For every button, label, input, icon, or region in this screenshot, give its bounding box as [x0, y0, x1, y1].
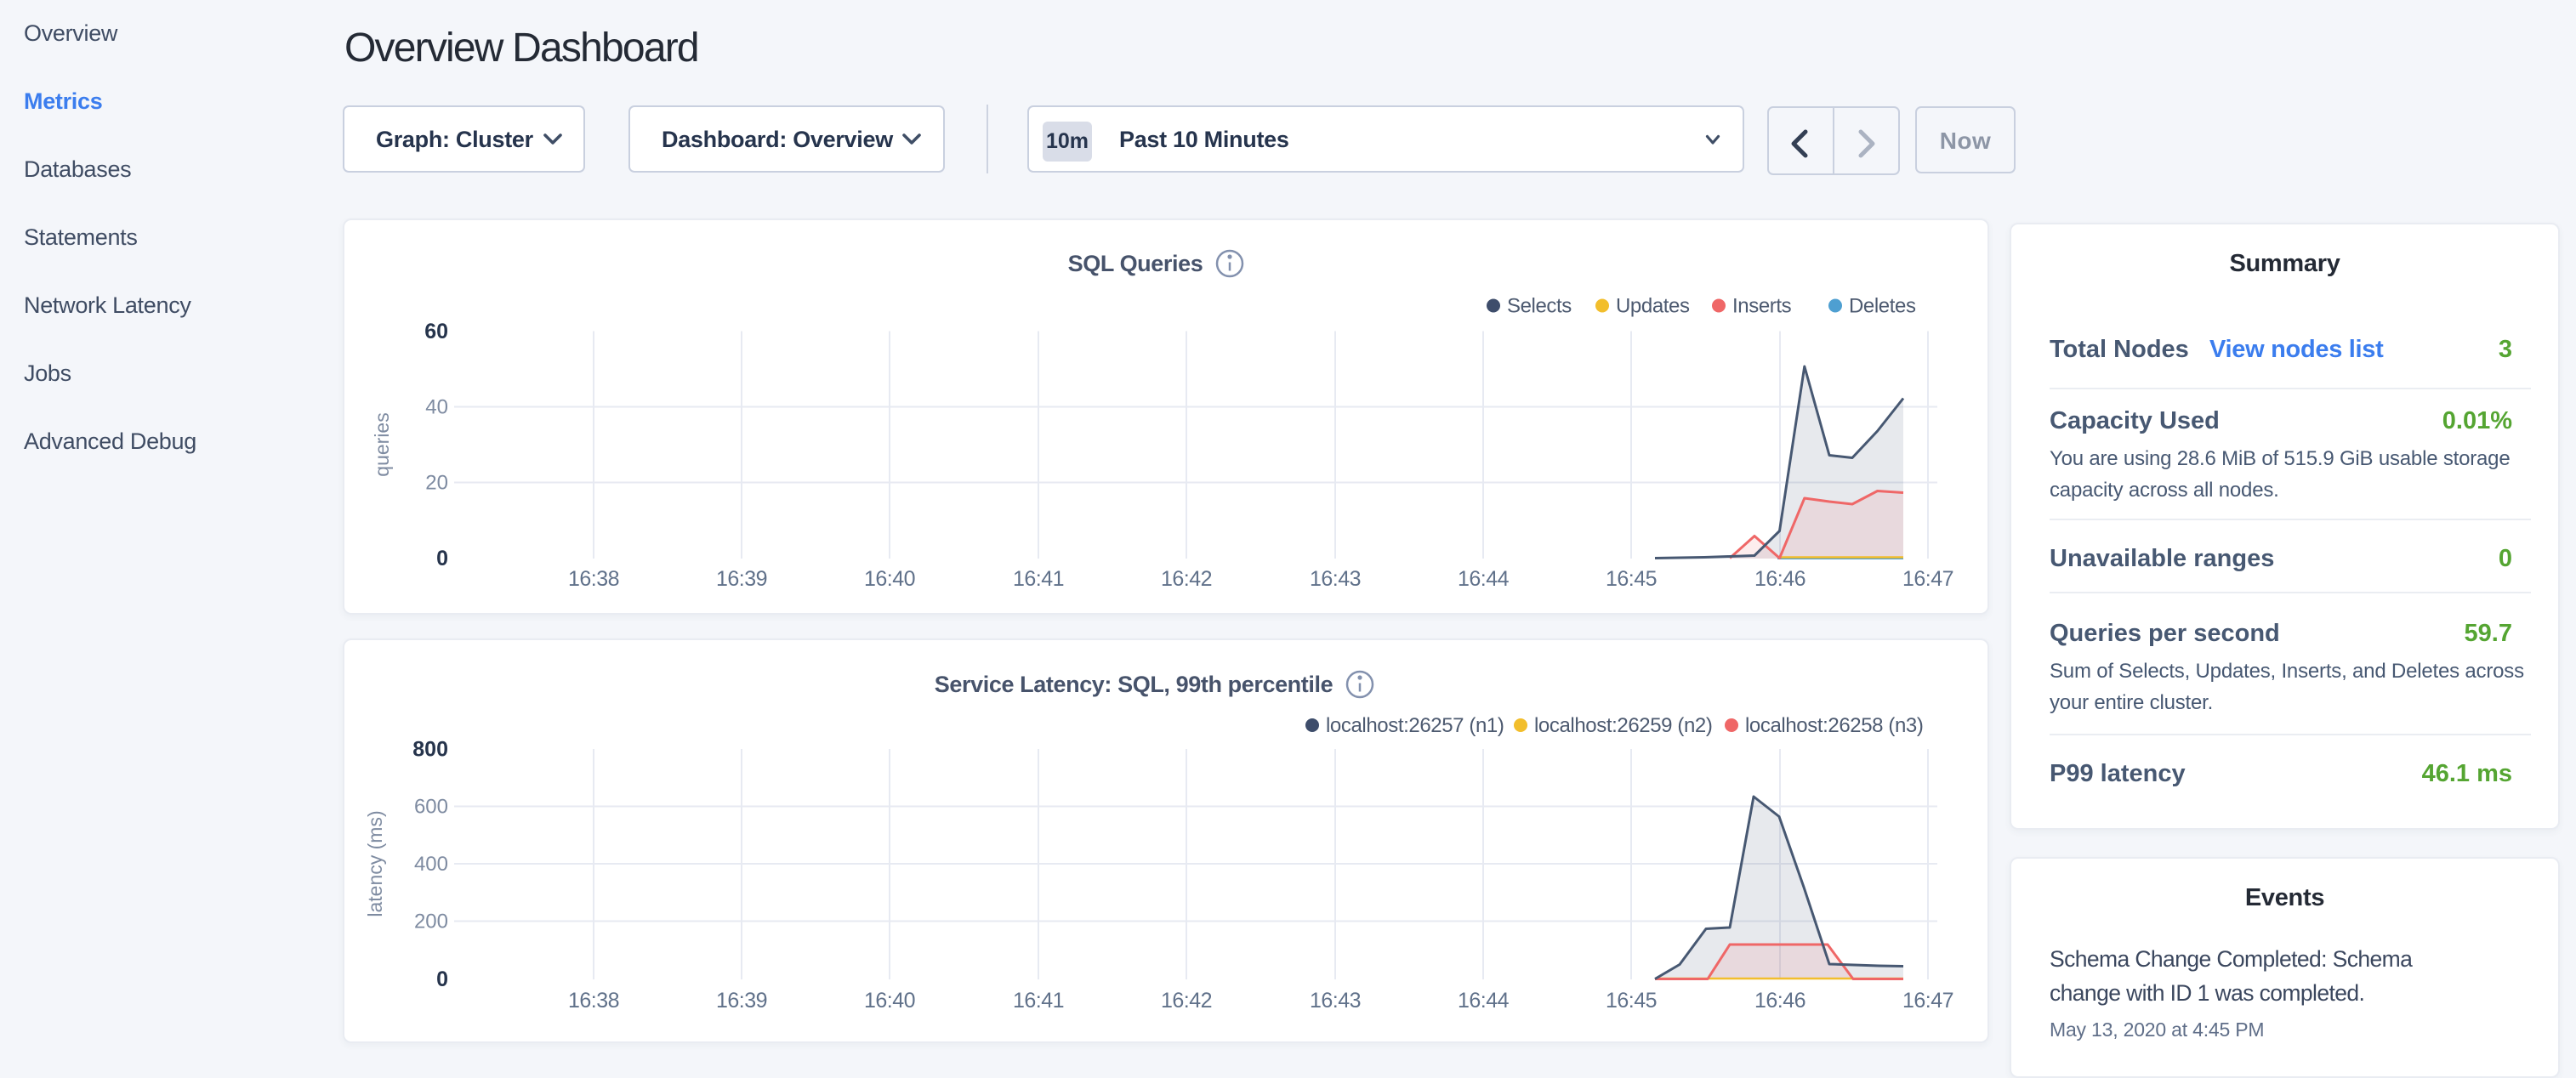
svg-text:latency (ms): latency (ms)	[364, 810, 386, 916]
svg-text:localhost:26257 (n1): localhost:26257 (n1)	[1326, 714, 1504, 737]
svg-text:0: 0	[436, 967, 448, 991]
svg-text:Deletes: Deletes	[1849, 295, 1916, 318]
svg-text:16:45: 16:45	[1606, 567, 1657, 591]
svg-text:16:39: 16:39	[716, 567, 767, 591]
svg-text:16:41: 16:41	[1013, 989, 1064, 1013]
svg-text:queries: queries	[371, 412, 393, 476]
svg-text:16:38: 16:38	[568, 567, 619, 591]
svg-text:16:42: 16:42	[1161, 567, 1212, 591]
svg-text:Inserts: Inserts	[1732, 295, 1792, 318]
svg-text:16:40: 16:40	[864, 567, 915, 591]
svg-text:localhost:26258 (n3): localhost:26258 (n3)	[1745, 714, 1923, 737]
svg-text:16:41: 16:41	[1013, 567, 1064, 591]
svg-text:16:39: 16:39	[716, 989, 767, 1013]
svg-text:16:45: 16:45	[1606, 989, 1657, 1013]
svg-text:60: 60	[424, 320, 448, 343]
svg-text:SQL Queries: SQL Queries	[1068, 251, 1203, 276]
svg-text:600: 600	[414, 796, 448, 819]
svg-text:0: 0	[436, 547, 448, 570]
svg-text:16:40: 16:40	[864, 989, 915, 1013]
svg-text:16:43: 16:43	[1310, 567, 1361, 591]
svg-text:16:43: 16:43	[1310, 989, 1361, 1013]
svg-text:200: 200	[414, 911, 448, 933]
svg-text:800: 800	[412, 738, 448, 762]
svg-text:16:47: 16:47	[1902, 989, 1953, 1013]
svg-text:40: 40	[425, 396, 448, 419]
svg-text:20: 20	[425, 472, 448, 495]
svg-text:400: 400	[414, 853, 448, 876]
svg-text:16:47: 16:47	[1902, 567, 1953, 591]
svg-text:Service Latency: SQL, 99th per: Service Latency: SQL, 99th percentile	[935, 672, 1333, 697]
svg-text:16:44: 16:44	[1458, 989, 1510, 1013]
svg-text:Updates: Updates	[1616, 295, 1690, 318]
svg-text:16:46: 16:46	[1754, 989, 1805, 1013]
svg-text:localhost:26259 (n2): localhost:26259 (n2)	[1534, 714, 1712, 737]
svg-text:16:38: 16:38	[568, 989, 619, 1013]
svg-text:Selects: Selects	[1507, 295, 1572, 318]
svg-text:16:42: 16:42	[1161, 989, 1212, 1013]
svg-text:16:46: 16:46	[1754, 567, 1805, 591]
svg-text:16:44: 16:44	[1458, 567, 1510, 591]
